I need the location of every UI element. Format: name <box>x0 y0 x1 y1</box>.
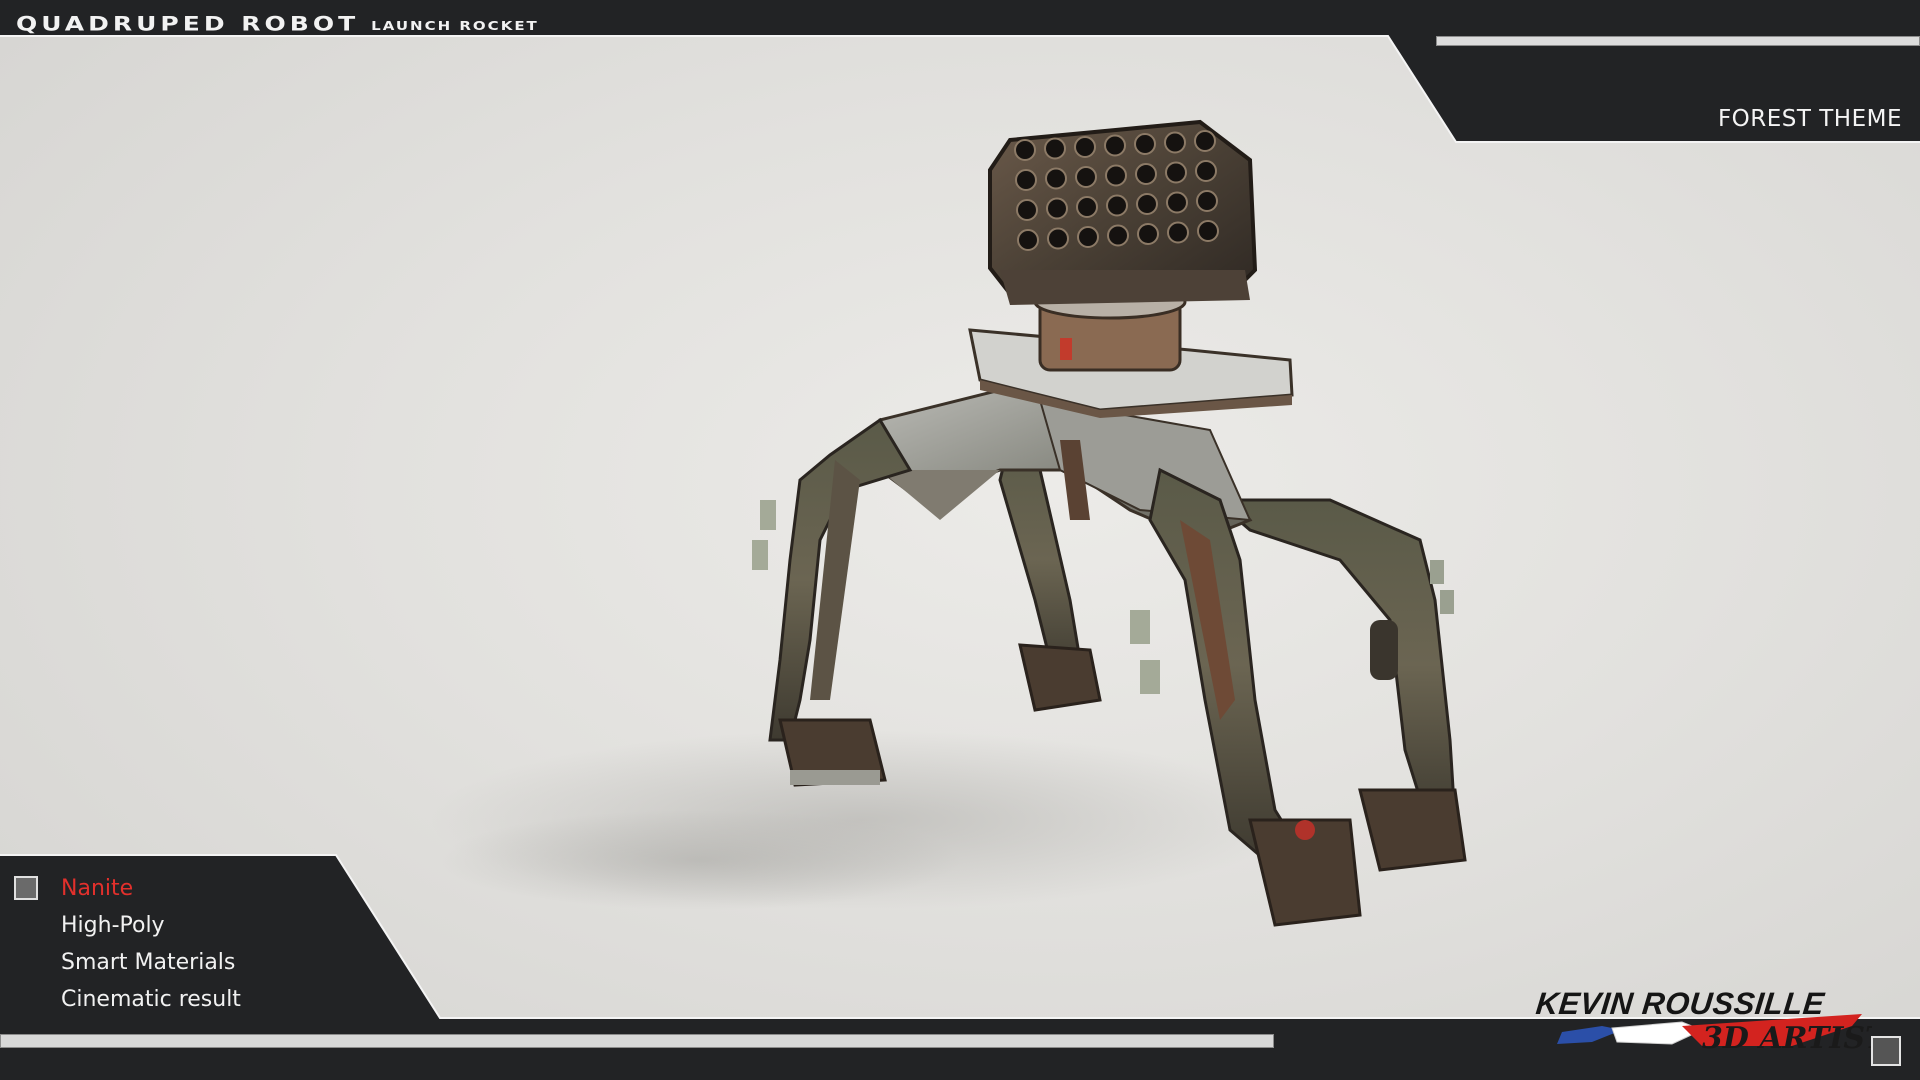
rocket-tube <box>1134 133 1156 155</box>
rocket-tube <box>1075 166 1097 188</box>
rocket-tube <box>1196 190 1218 212</box>
rocket-tube <box>1107 224 1129 247</box>
bottom-progress-bar <box>0 1034 1274 1048</box>
feature-label: High-Poly <box>61 913 165 938</box>
top-progress-bar <box>1436 36 1920 46</box>
logo-tagline: 3D ARTIST <box>1702 1021 1872 1056</box>
rocket-tube <box>1165 161 1187 184</box>
rocket-tube <box>1014 139 1036 161</box>
rocket-tube <box>1197 220 1219 242</box>
rocket-tube <box>1166 191 1188 214</box>
rocket-tube <box>1194 130 1216 152</box>
feature-label: Smart Materials <box>61 950 236 975</box>
rocket-tube <box>1104 134 1126 157</box>
rocket-tube <box>1015 169 1037 191</box>
logo-brush-icon: 3D ARTIST <box>1557 1014 1872 1056</box>
feature-label: Nanite <box>61 876 134 901</box>
theme-label: FOREST THEME <box>1717 106 1902 132</box>
feature-item-smart-materials[interactable]: Smart Materials <box>14 944 314 981</box>
checkbox-icon[interactable] <box>14 876 38 900</box>
rocket-launcher-pod <box>988 119 1258 305</box>
feature-list: Nanite High-Poly Smart Materials Cinemat… <box>14 870 314 1018</box>
feature-label: Cinematic result <box>61 987 241 1012</box>
rocket-tube <box>1105 164 1127 187</box>
rocket-tube <box>1074 136 1096 158</box>
artist-logo: KEVIN ROUSSILLE 3D ARTIST <box>1532 986 1892 1064</box>
rocket-tube <box>1016 199 1038 221</box>
viewer-stage: QUADRUPED ROBOT LAUNCH ROCKET FOREST THE… <box>0 0 1920 1080</box>
corner-checkbox-icon[interactable] <box>1871 1036 1901 1066</box>
robot-turret-platform <box>968 284 1294 418</box>
rocket-tube <box>1135 163 1157 185</box>
rocket-tube <box>1167 221 1189 244</box>
rocket-tube <box>1137 223 1159 245</box>
rocket-tube <box>1076 196 1098 218</box>
rocket-tube <box>1044 137 1066 160</box>
feature-item-high-poly[interactable]: High-Poly <box>14 907 314 944</box>
page-subtitle: LAUNCH ROCKET <box>371 18 539 33</box>
page-title: QUADRUPED ROBOT <box>16 12 360 35</box>
rocket-tube <box>1017 229 1039 251</box>
feature-item-nanite[interactable]: Nanite <box>14 870 314 907</box>
rocket-tube <box>1046 197 1068 220</box>
rocket-tube <box>1106 194 1128 217</box>
rocket-tube <box>1136 193 1158 215</box>
rocket-tube <box>1195 160 1217 182</box>
title-row: QUADRUPED ROBOT LAUNCH ROCKET <box>16 6 539 36</box>
rocket-tube <box>1164 131 1186 154</box>
rocket-tube <box>1077 226 1099 248</box>
rocket-tube <box>1047 227 1069 250</box>
feature-item-cinematic-result[interactable]: Cinematic result <box>14 981 314 1018</box>
rocket-tube <box>1045 167 1067 190</box>
